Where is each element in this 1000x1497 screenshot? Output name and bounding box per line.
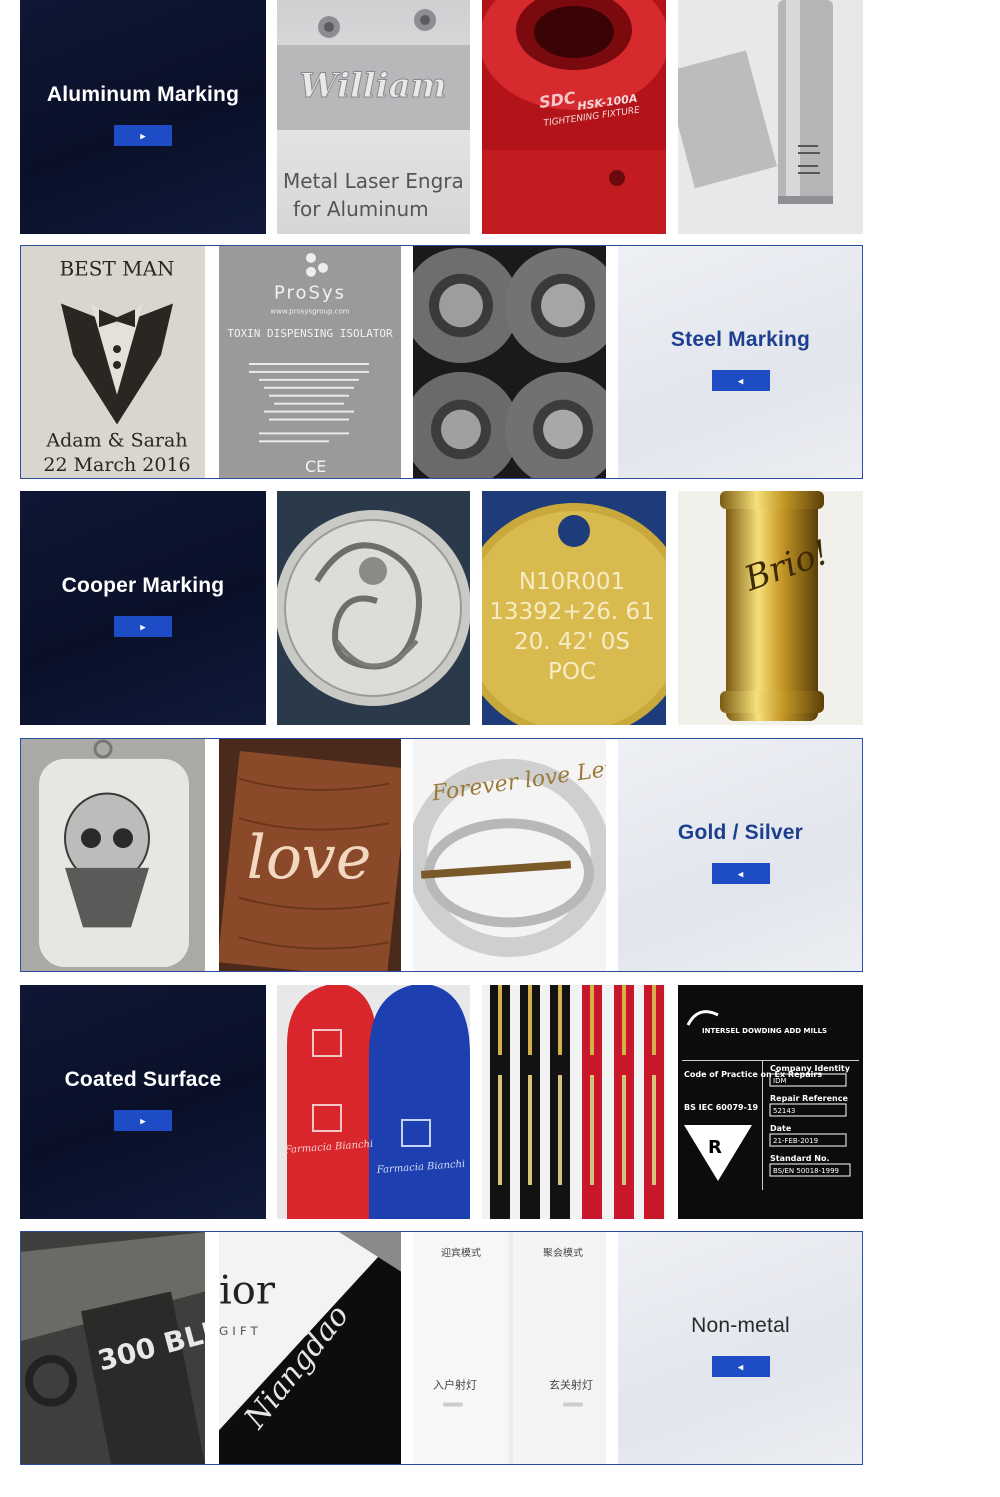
- skull-dogtag-photo: [21, 739, 205, 971]
- home-spotlight-text: 入户射灯: [433, 1378, 477, 1392]
- rifle-magazine-photo: 300 BLK: [21, 1232, 205, 1464]
- gold-silver-prev-button[interactable]: ◂: [711, 863, 770, 884]
- chevron-right-icon: ▸: [140, 1114, 146, 1127]
- wedding-date: 22 March 2016: [43, 454, 190, 476]
- aluminum-marking-title: Aluminum Marking: [46, 83, 240, 106]
- william-engraving: William: [299, 66, 446, 106]
- best-man-text: BEST MAN: [59, 258, 174, 281]
- standard-value: BS/EN 50018-1999: [773, 1167, 839, 1175]
- coated-next-button[interactable]: ▸: [114, 1110, 172, 1131]
- gold-silver-title: Gold / Silver: [677, 821, 804, 844]
- porch-spotlight-text: 玄关射灯: [549, 1378, 593, 1392]
- prosys-url: www.prosysgroup.com: [270, 307, 349, 315]
- aluminum-plate-photo: William Metal Laser Engra for Aluminum: [277, 0, 470, 234]
- repair-ref-value: 52143: [773, 1107, 795, 1115]
- threaded-rings-photo: [413, 246, 606, 478]
- metal-laser-text-line1: Metal Laser Engra: [283, 169, 464, 193]
- sign-title: INTERSEL DOWDING ADD MILLS: [702, 1027, 827, 1035]
- love-engraving: love: [247, 824, 372, 893]
- steel-marking-title: Steel Marking: [670, 328, 811, 351]
- chevron-right-icon: ▸: [140, 129, 146, 142]
- company-identity-value: IDM: [773, 1077, 787, 1085]
- standard-label: Standard No.: [770, 1154, 830, 1163]
- gift-box-large-text: ior: [219, 1268, 276, 1314]
- gold-cylinder-photo: Brio!: [678, 491, 863, 725]
- tag-line-3: 20. 42' 0S: [514, 629, 630, 655]
- brass-tag-photo: N10R001 13392+26. 61 20. 42' 0S POC: [482, 491, 666, 725]
- date-label: Date: [770, 1124, 792, 1133]
- non-metal-panel[interactable]: Non-metal ◂: [618, 1232, 862, 1464]
- coated-surface-title: Coated Surface: [64, 1068, 222, 1091]
- non-metal-prev-button[interactable]: ◂: [711, 1356, 770, 1377]
- black-gift-box-photo: ior GIFT Niangdao: [219, 1232, 401, 1464]
- row-nonmetal: 300 BLK ior GIFT Niangdao 迎宾模式 聚会模式 入户射灯…: [20, 1231, 863, 1465]
- chevron-right-icon: ▸: [140, 620, 146, 633]
- bs-iec-text: BS IEC 60079-19: [684, 1103, 758, 1112]
- aluminum-next-button[interactable]: ▸: [114, 125, 172, 146]
- row-aluminum: Aluminum Marking ▸ William Metal Laser E…: [20, 0, 863, 234]
- red-fixture-photo: SDC HSK-100A TIGHTENING FIXTURE: [482, 0, 666, 234]
- steel-prev-button[interactable]: ◂: [711, 370, 770, 391]
- switch-panels-photo: 迎宾模式 聚会模式 入户射灯 玄关射灯: [413, 1232, 606, 1464]
- copper-next-button[interactable]: ▸: [114, 616, 172, 637]
- prosys-plate-photo: ProSys www.prosysgroup.com TOXIN DISPENS…: [219, 246, 401, 478]
- row-copper: Cooper Marking ▸ N10R001 13392+26. 61 20…: [20, 491, 863, 725]
- party-mode-text: 聚会模式: [543, 1246, 583, 1259]
- steel-marking-panel[interactable]: Steel Marking ◂: [618, 246, 862, 478]
- prosys-logo-text: ProSys: [274, 283, 346, 304]
- copper-marking-title: Cooper Marking: [61, 574, 225, 597]
- chevron-left-icon: ◂: [737, 374, 744, 387]
- date-value: 21-FEB-2019: [773, 1137, 818, 1145]
- best-man-plate-photo: BEST MAN Adam & Sarah 22 March 2016: [21, 246, 205, 478]
- chevron-left-icon: ◂: [737, 867, 744, 880]
- company-identity-label: Company Identity: [770, 1064, 851, 1073]
- coated-surface-panel[interactable]: Coated Surface ▸: [20, 985, 266, 1219]
- tag-line-4: POC: [548, 659, 596, 685]
- metal-laser-text-line2: for Aluminum: [293, 197, 429, 221]
- dragon-coin-photo: [277, 491, 470, 725]
- pens-photo: [482, 985, 666, 1219]
- non-metal-title: Non-metal: [691, 1314, 790, 1337]
- welcome-mode-text: 迎宾模式: [441, 1246, 481, 1259]
- chevron-left-icon: ◂: [737, 1360, 744, 1373]
- repair-label-photo: INTERSEL DOWDING ADD MILLS Code of Pract…: [678, 985, 863, 1219]
- copper-marking-panel[interactable]: Cooper Marking ▸: [20, 491, 266, 725]
- ce-mark: CE: [305, 457, 326, 476]
- gift-text: GIFT: [219, 1324, 262, 1338]
- row-coated: Coated Surface ▸ Farmacia Bianchi Farmac…: [20, 985, 863, 1219]
- gold-silver-panel[interactable]: Gold / Silver ◂: [618, 739, 862, 971]
- row-steel: BEST MAN Adam & Sarah 22 March 2016 ProS…: [20, 245, 863, 479]
- tag-line-1: N10R001: [519, 569, 625, 595]
- repair-ref-label: Repair Reference: [770, 1094, 848, 1103]
- couple-names: Adam & Sarah: [45, 429, 187, 451]
- wood-love-photo: love: [219, 739, 401, 971]
- silver-ring-photo: Forever love Lei: [413, 739, 606, 971]
- isolator-title: TOXIN DISPENSING ISOLATOR: [227, 327, 393, 340]
- coated-bottles-photo: Farmacia Bianchi Farmacia Bianchi: [277, 985, 470, 1219]
- tag-line-2: 13392+26. 61: [489, 599, 655, 625]
- aluminum-marking-panel[interactable]: Aluminum Marking ▸: [20, 0, 266, 234]
- svg-text:R: R: [708, 1137, 722, 1158]
- row-gold-silver: love Forever love Lei Gold / Silver ◂: [20, 738, 863, 972]
- aluminum-tube-photo: [678, 0, 863, 234]
